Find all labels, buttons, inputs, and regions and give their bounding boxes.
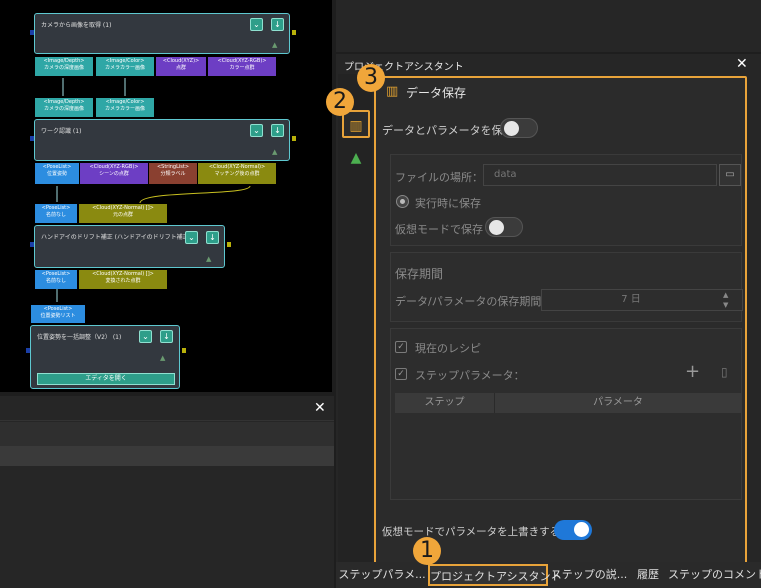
node-title: ワーク認識 (1) xyxy=(41,128,82,135)
recipe-group: ✓ 現在のレシピ ✓ ステップパラメータ： + ▯ ステップ パラメータ xyxy=(390,328,742,500)
port-depth-in[interactable]: <Image/Depth> カメラの深度画像 xyxy=(35,98,93,117)
save-toggle-label: データとパラメータを保存 xyxy=(382,124,514,137)
open-editor-button[interactable]: エディタを開く xyxy=(37,373,175,385)
port-depth[interactable]: <Image/Depth> カメラの深度画像 xyxy=(35,57,93,76)
node-expand-button[interactable]: ⌄ xyxy=(185,231,198,244)
step-params-label: ステップパラメータ： xyxy=(415,369,525,382)
table-header-parameter: パラメータ xyxy=(495,393,741,413)
port-pose-out[interactable]: <PoseList> 名前なし xyxy=(35,270,77,289)
vertical-tab-bar: ▥ ▲ xyxy=(338,74,372,564)
badge-3: 3 xyxy=(357,64,385,92)
node-status-icon: ▲ xyxy=(272,41,278,49)
current-recipe-checkbox[interactable]: ✓ xyxy=(395,341,407,353)
save-on-run-label: 実行時に保存 xyxy=(415,197,481,210)
node-expand-button[interactable]: ⌄ xyxy=(139,330,152,343)
port-pose-in[interactable]: <PoseList> 名前なし xyxy=(35,204,77,223)
panel-row xyxy=(0,446,334,466)
port-matched-cloud[interactable]: <Cloud(XYZ-Normal)> マッチング後の点群 xyxy=(198,163,276,184)
output-pin[interactable] xyxy=(182,348,186,353)
input-pin[interactable] xyxy=(30,30,34,35)
tab-step-params[interactable]: ステップパラメ... xyxy=(338,564,426,586)
input-pin[interactable] xyxy=(30,242,34,247)
node-batch-pose-adjust[interactable]: 位置姿勢を一括調整（V2） (1) ⌄ ↓ ▲ エディタを開く xyxy=(30,325,180,389)
file-settings-group: ファイルの場所： data ▭ 実行時に保存 仮想モードで保存 xyxy=(390,154,742,246)
current-recipe-label: 現在のレシピ xyxy=(415,342,481,355)
node-download-button[interactable]: ↓ xyxy=(206,231,219,244)
file-location-input[interactable]: data xyxy=(483,164,717,186)
input-pin[interactable] xyxy=(30,136,34,141)
node-download-button[interactable]: ↓ xyxy=(271,124,284,137)
graph-canvas[interactable]: カメラから画像を取得 (1) ⌄ ↓ ▲ <Image/Depth> カメラの深度… xyxy=(0,0,332,392)
port-pose-list[interactable]: <PoseList> 位置姿勢リスト xyxy=(31,305,85,323)
output-pin[interactable] xyxy=(227,242,231,247)
spinner-arrows-icon[interactable]: ▲ ▼ xyxy=(723,290,728,310)
port-color-in[interactable]: <Image/Color> カメラカラー画像 xyxy=(96,98,154,117)
port-cloud[interactable]: <Cloud(XYZ)> 点群 xyxy=(156,57,206,76)
retention-group: 保存期間 データ/パラメータの保存期間: 7 日 ▲ ▼ xyxy=(390,252,743,322)
port-transformed-cloud[interactable]: <Cloud(XYZ-Normal) []> 変換された点群 xyxy=(79,270,167,289)
port-scene-cloud[interactable]: <Cloud(XYZ-RGB)> シーンの点群 xyxy=(80,163,148,184)
node-status-icon: ▲ xyxy=(206,255,212,263)
badge-2: 2 xyxy=(326,88,354,116)
node-workpiece-recognition[interactable]: ワーク認識 (1) ⌄ ↓ ▲ xyxy=(34,119,290,161)
trash-icon[interactable]: ▯ xyxy=(721,365,728,379)
close-icon[interactable]: ✕ xyxy=(736,56,748,72)
node-status-icon: ▲ xyxy=(160,354,166,362)
node-expand-button[interactable]: ⌄ xyxy=(250,18,263,31)
override-label: 仮想モードでパラメータを上書きする xyxy=(382,526,561,538)
node-title: ハンドアイのドリフト補正 (ハンドアイのドリフト補正) xyxy=(41,234,191,241)
data-save-section: ▥ データ保存 データとパラメータを保存 ファイルの場所： data ▭ 実行時… xyxy=(374,76,747,570)
output-pin[interactable] xyxy=(292,30,296,35)
node-title: カメラから画像を取得 (1) xyxy=(41,22,112,29)
port-poses[interactable]: <PoseList> 位置姿勢 xyxy=(35,163,79,184)
node-download-button[interactable]: ↓ xyxy=(271,18,284,31)
node-download-button[interactable]: ↓ xyxy=(160,330,173,343)
bottom-left-panel: ✕ xyxy=(0,396,334,588)
top-right-area xyxy=(336,0,761,52)
override-toggle[interactable] xyxy=(554,520,592,540)
radio-button[interactable] xyxy=(396,195,409,208)
bottom-tab-bar: ステップパラメ... プロジェクトアシスタント ステップの説... 履歴 ステッ… xyxy=(336,562,761,588)
tab-step-description[interactable]: ステップの説... xyxy=(550,564,628,586)
retention-value-input[interactable]: 7 日 xyxy=(541,289,743,311)
virtual-mode-save-label: 仮想モードで保存 xyxy=(395,223,483,236)
node-expand-button[interactable]: ⌄ xyxy=(250,124,263,137)
port-labels[interactable]: <StringList> 分類ラベル xyxy=(149,163,197,184)
node-hand-eye-drift[interactable]: ハンドアイのドリフト補正 (ハンドアイのドリフト補正) ⌄ ↓ ▲ xyxy=(34,225,225,268)
port-cloud-in[interactable]: <Cloud(XYZ-Normal) []> 元の点群 xyxy=(79,204,167,223)
file-location-label: ファイルの場所： xyxy=(395,171,483,184)
tab-step-comments[interactable]: ステップのコメント xyxy=(668,564,761,586)
panel-row xyxy=(0,422,334,446)
project-assistant-panel: プロジェクトアシスタント ✕ ▥ ▲ ▥ データ保存 データとパラメータを保存 … xyxy=(336,54,761,588)
section-title: データ保存 xyxy=(406,86,467,100)
table-header-step: ステップ xyxy=(395,393,495,413)
badge-1: 1 xyxy=(413,537,441,565)
folder-icon[interactable]: ▭ xyxy=(719,164,741,186)
port-color[interactable]: <Image/Color> カメラカラー画像 xyxy=(96,57,154,76)
node-capture-images[interactable]: カメラから画像を取得 (1) ⌄ ↓ ▲ xyxy=(34,13,290,54)
panel-header xyxy=(0,396,334,421)
model-tab-icon[interactable]: ▲ xyxy=(342,144,370,172)
tab-project-assistant[interactable]: プロジェクトアシスタント xyxy=(428,564,562,586)
output-pin[interactable] xyxy=(292,136,296,141)
port-color-cloud[interactable]: <Cloud(XYZ-RGB)> カラー点群 xyxy=(208,57,276,76)
node-status-icon: ▲ xyxy=(272,148,278,156)
add-icon[interactable]: + xyxy=(685,361,700,382)
save-toggle[interactable] xyxy=(500,118,538,138)
node-title: 位置姿勢を一括調整（V2） (1) xyxy=(37,334,122,341)
data-save-icon: ▥ xyxy=(386,84,399,99)
virtual-mode-save-toggle[interactable] xyxy=(485,217,523,237)
retention-label: データ/パラメータの保存期間: xyxy=(395,295,546,308)
close-icon[interactable]: ✕ xyxy=(314,400,326,416)
tab-history[interactable]: 履歴 xyxy=(630,564,666,586)
step-params-checkbox[interactable]: ✓ xyxy=(395,368,407,380)
retention-heading: 保存期間 xyxy=(395,267,444,281)
input-pin[interactable] xyxy=(26,348,30,353)
